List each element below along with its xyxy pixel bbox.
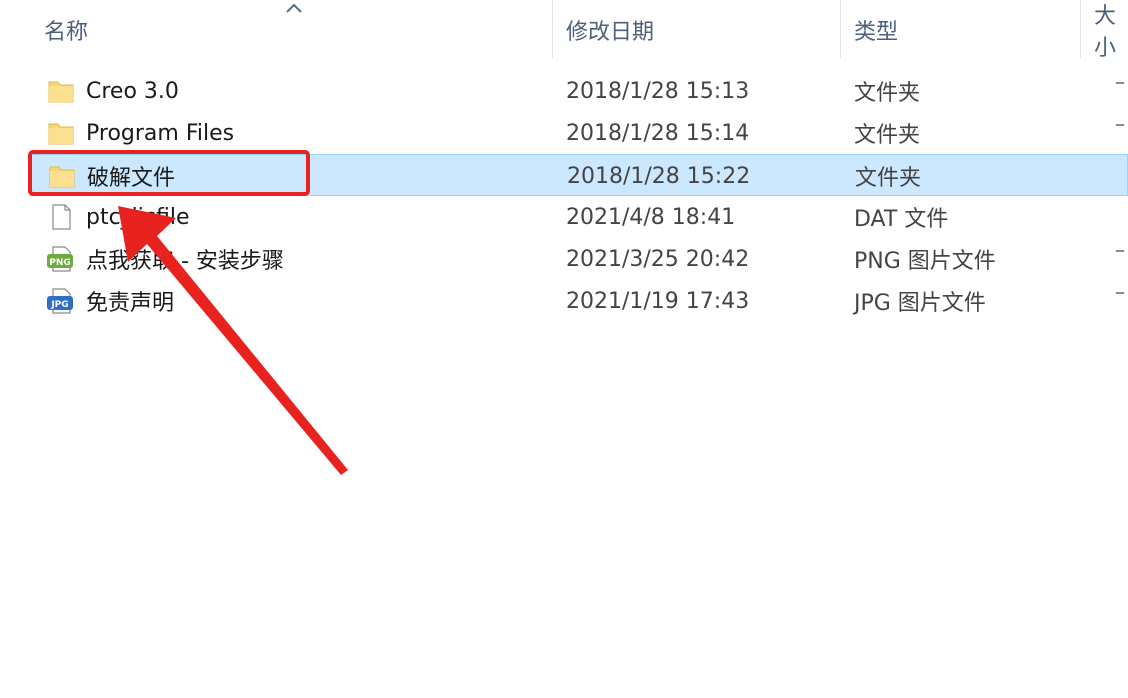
- file-row[interactable]: JPG 免责声明 2021/1/19 17:43 JPG 图片文件: [30, 280, 1128, 322]
- svg-text:PNG: PNG: [49, 258, 71, 268]
- file-modified: 2021/4/8 18:41: [566, 204, 736, 230]
- type-column-header[interactable]: 类型: [854, 0, 1074, 60]
- folder-icon: [48, 123, 74, 145]
- file-row[interactable]: ptc_licfile 2021/4/8 18:41 DAT 文件: [30, 196, 1128, 238]
- file-name: 免责声明: [86, 291, 175, 316]
- column-header: 名称 修改日期 类型 大小: [0, 0, 1128, 60]
- modified-column-header[interactable]: 修改日期: [566, 0, 836, 60]
- file-modified: 2018/1/28 15:13: [566, 78, 750, 104]
- scrollbar-mark: [1116, 250, 1124, 252]
- file-type: 文件夹: [854, 81, 921, 106]
- file-type: 文件夹: [855, 166, 922, 191]
- svg-text:JPG: JPG: [50, 300, 68, 310]
- column-divider[interactable]: [1080, 0, 1081, 58]
- file-type: PNG 图片文件: [854, 249, 996, 274]
- file-modified: 2018/1/28 15:22: [567, 163, 751, 189]
- modified-column-label: 修改日期: [566, 20, 655, 45]
- document-icon: [52, 204, 71, 230]
- column-divider[interactable]: [840, 0, 841, 58]
- file-name: Program Files: [86, 120, 235, 146]
- file-row[interactable]: Creo 3.0 2018/1/28 15:13 文件夹: [30, 70, 1128, 112]
- png-file-icon: PNG: [47, 246, 73, 272]
- column-divider[interactable]: [552, 0, 553, 58]
- scrollbar-mark: [1116, 124, 1124, 126]
- file-name: ptc_licfile: [86, 204, 190, 230]
- folder-icon: [48, 81, 74, 103]
- annotation-highlight-box: [28, 150, 310, 196]
- file-name: 点我获取 - 安装步骤: [86, 249, 284, 274]
- file-type: DAT 文件: [854, 207, 949, 232]
- scrollbar-mark: [1116, 82, 1124, 84]
- file-name: Creo 3.0: [86, 78, 179, 104]
- jpg-file-icon: JPG: [47, 288, 73, 314]
- size-column-label: 大小: [1094, 4, 1117, 60]
- file-modified: 2018/1/28 15:14: [566, 120, 750, 146]
- scrollbar-mark: [1116, 292, 1124, 294]
- name-column-label: 名称: [44, 20, 89, 45]
- file-row[interactable]: PNG 点我获取 - 安装步骤 2021/3/25 20:42 PNG 图片文件: [30, 238, 1128, 280]
- file-modified: 2021/3/25 20:42: [566, 246, 750, 272]
- file-modified: 2021/1/19 17:43: [566, 288, 750, 314]
- file-type: JPG 图片文件: [854, 291, 986, 316]
- file-type: 文件夹: [854, 123, 921, 148]
- type-column-label: 类型: [854, 20, 899, 45]
- sort-ascending-icon: [286, 3, 302, 13]
- size-column-header[interactable]: 大小: [1094, 0, 1128, 60]
- file-row[interactable]: Program Files 2018/1/28 15:14 文件夹: [30, 112, 1128, 154]
